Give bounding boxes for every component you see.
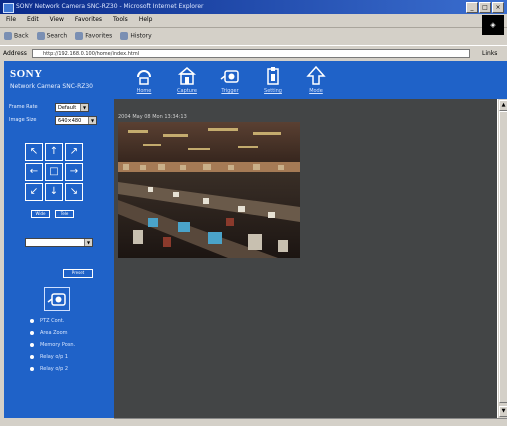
- position-select[interactable]: ▼: [25, 238, 93, 247]
- search-icon: [36, 32, 45, 40]
- radio-icon: [30, 342, 34, 347]
- toolbar-favorites[interactable]: Favorites: [75, 32, 112, 40]
- menu-help[interactable]: Help: [139, 16, 153, 23]
- menu-file[interactable]: File: [6, 16, 16, 23]
- menu-favorites[interactable]: Favorites: [75, 16, 102, 23]
- setting-label: Setting: [264, 88, 282, 94]
- scroll-up-icon[interactable]: ▲: [499, 100, 507, 111]
- video-frame-image: [118, 122, 300, 258]
- menu-edit[interactable]: Edit: [27, 16, 39, 23]
- trigger-button[interactable]: Trigger: [212, 65, 248, 99]
- browser-toolbar: Back Search Favorites History: [0, 28, 480, 44]
- toolbar-search[interactable]: Search: [36, 32, 67, 40]
- camera-model: Network Camera SNC-RZ30: [10, 83, 93, 90]
- list-item[interactable]: Relay o/p 2: [30, 366, 75, 378]
- chevron-down-icon: ▼: [80, 104, 88, 111]
- favorites-icon: [75, 32, 84, 40]
- capture-button[interactable]: Capture: [169, 65, 205, 99]
- list-item[interactable]: PTZ Cont.: [30, 318, 75, 330]
- back-icon: [4, 32, 12, 40]
- list-item[interactable]: Relay o/p 1: [30, 354, 75, 366]
- capture-label: Capture: [177, 88, 197, 94]
- window-titlebar[interactable]: SONY Network Camera SNC-RZ30 - Microsoft…: [0, 0, 507, 14]
- minimize-button[interactable]: _: [466, 2, 478, 13]
- chevron-down-icon: ▼: [88, 117, 96, 124]
- frame-rate-select[interactable]: Default ▼: [55, 103, 89, 112]
- address-bar: Address http://192.168.0.100/home/index.…: [0, 45, 507, 61]
- address-label: Address: [3, 50, 27, 57]
- preset-options-list: PTZ Cont. Area Zoom Memory Posn. Relay o…: [30, 318, 75, 378]
- preset-button[interactable]: Preset: [63, 269, 93, 278]
- chevron-down-icon: ▼: [84, 239, 92, 246]
- setting-button[interactable]: Setting: [255, 65, 291, 99]
- mode-icon: [306, 65, 326, 85]
- toolbar-history[interactable]: History: [120, 32, 152, 40]
- radio-icon: [30, 330, 34, 335]
- browser-window: SONY Network Camera SNC-RZ30 - Microsoft…: [0, 0, 507, 426]
- zoom-wide-button[interactable]: Wide: [31, 210, 50, 218]
- frame-rate-value: Default: [58, 105, 77, 111]
- home-label: Home: [136, 88, 152, 94]
- pan-down-right-button[interactable]: ↘: [65, 183, 83, 201]
- pan-up-left-button[interactable]: ↖: [25, 143, 43, 161]
- camera-info-line: 2004 May 08 Mon 13:34:13: [118, 114, 187, 120]
- camera-icon: [47, 293, 66, 306]
- mode-label: Mode: [309, 88, 323, 94]
- image-size-label: Image Size: [9, 117, 37, 123]
- capture-icon: [177, 67, 197, 85]
- home-icon: [137, 70, 151, 85]
- vertical-scrollbar[interactable]: ▲ ▼: [497, 99, 507, 418]
- links-button[interactable]: Links: [482, 50, 497, 57]
- camera-video-feed[interactable]: [118, 122, 300, 258]
- radio-icon: [30, 318, 34, 323]
- list-item[interactable]: Area Zoom: [30, 330, 75, 342]
- frame-rate-label: Frame Rate: [9, 104, 38, 110]
- radio-icon: [30, 366, 34, 371]
- trigger-label: Trigger: [221, 88, 239, 94]
- toolbar-back[interactable]: Back: [4, 32, 29, 40]
- maximize-button[interactable]: □: [479, 2, 491, 13]
- image-size-value: 640×480: [58, 118, 82, 124]
- setting-icon: [267, 67, 279, 85]
- pan-right-button[interactable]: →: [65, 163, 83, 181]
- mode-button[interactable]: Mode: [298, 65, 334, 99]
- window-title: SONY Network Camera SNC-RZ30 - Microsoft…: [16, 3, 204, 10]
- scroll-down-icon[interactable]: ▼: [499, 406, 507, 417]
- tilt-down-button[interactable]: ↓: [45, 183, 63, 201]
- windows-logo-icon: ◈: [482, 15, 504, 35]
- tilt-up-button[interactable]: ↑: [45, 143, 63, 161]
- zoom-tele-button[interactable]: Tele: [55, 210, 74, 218]
- pan-tilt-pad: ↖ ↑ ↗ ← □ → ↙ ↓ ↘: [25, 143, 101, 219]
- camera-top-bar: Home Capture Trigger Setting Mode: [114, 61, 507, 99]
- home-button[interactable]: Home: [126, 65, 162, 99]
- pan-down-left-button[interactable]: ↙: [25, 183, 43, 201]
- status-bar: [0, 418, 114, 425]
- scrollbar-thumb[interactable]: [499, 111, 507, 403]
- pan-up-right-button[interactable]: ↗: [65, 143, 83, 161]
- menu-tools[interactable]: Tools: [113, 16, 128, 23]
- close-button[interactable]: ×: [492, 2, 504, 13]
- image-size-select[interactable]: 640×480 ▼: [55, 116, 97, 125]
- radio-icon: [30, 354, 34, 359]
- menu-view[interactable]: View: [50, 16, 64, 23]
- list-item[interactable]: Memory Posn.: [30, 342, 75, 354]
- address-input[interactable]: http://192.168.0.100/home/index.html: [32, 49, 470, 58]
- home-position-button[interactable]: □: [45, 163, 63, 181]
- sony-logo: SONY: [10, 68, 43, 80]
- ie-icon: [3, 3, 14, 13]
- trigger-icon: [220, 70, 239, 83]
- history-icon: [120, 32, 129, 40]
- pan-left-button[interactable]: ←: [25, 163, 43, 181]
- menu-bar: File Edit View Favorites Tools Help: [0, 14, 507, 28]
- preset-camera-button[interactable]: [44, 287, 70, 311]
